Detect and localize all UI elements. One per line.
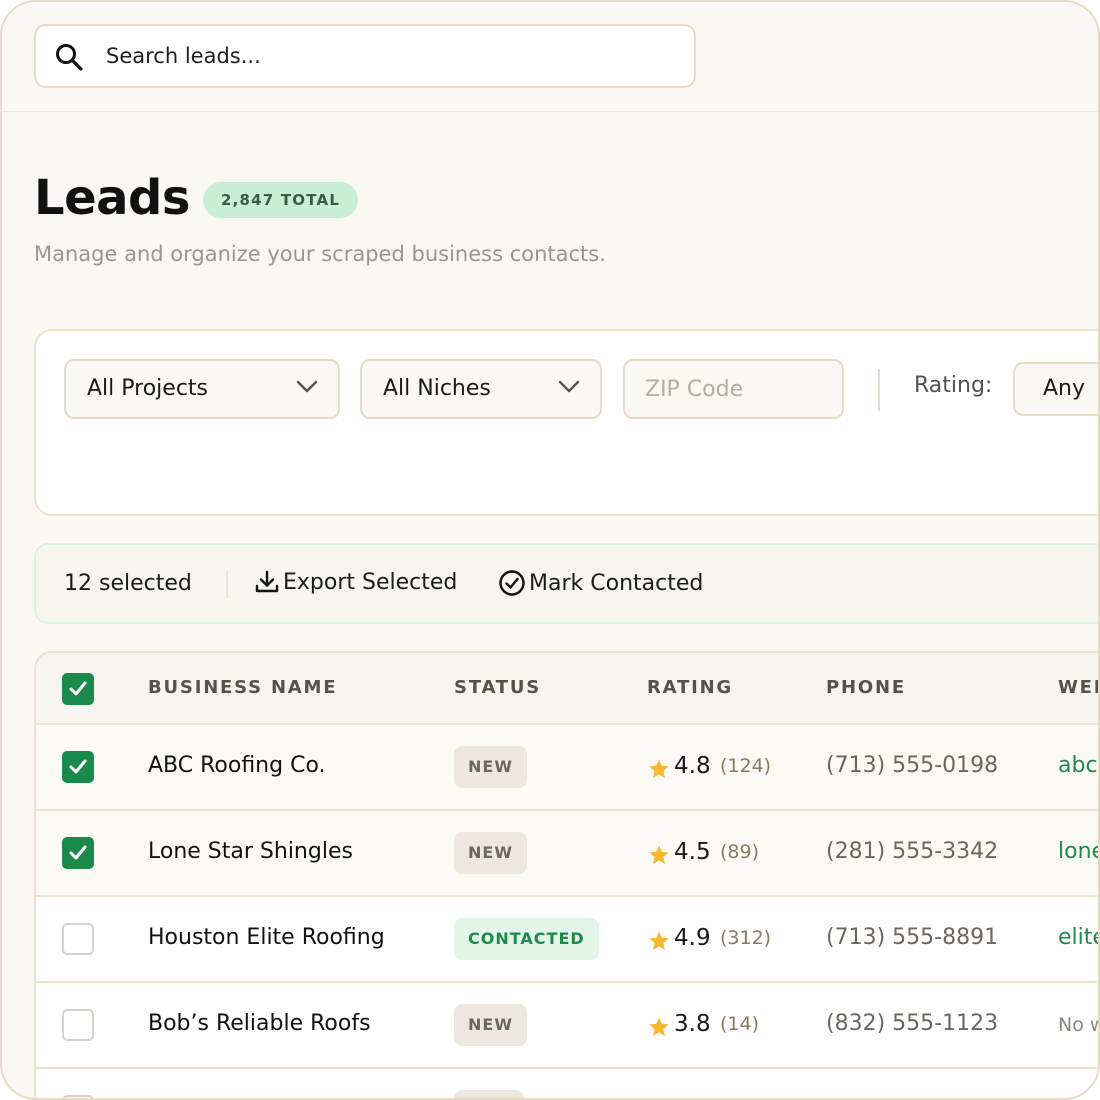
page-title: Leads	[34, 170, 190, 226]
phone-number: (832) 555-1123	[826, 1011, 999, 1036]
niche-filter-value: All Niches	[383, 376, 491, 401]
export-selected-button[interactable]: Export Selected	[254, 569, 457, 595]
search-box[interactable]	[34, 24, 696, 88]
checkmark-icon	[69, 845, 87, 860]
action-divider	[226, 571, 228, 599]
review-count: (124)	[720, 755, 772, 777]
review-count: (89)	[720, 841, 760, 863]
phone-number: (281) 555-3342	[826, 839, 999, 864]
star-icon	[649, 1017, 669, 1036]
row-checkbox[interactable]	[62, 1009, 94, 1041]
app-window: Leads 2,847 TOTAL Manage and organize yo…	[0, 0, 1100, 1100]
status-badge: CONTACTED	[454, 918, 599, 960]
search-input[interactable]	[106, 38, 666, 74]
mark-contacted-button[interactable]: Mark Contacted	[498, 569, 703, 597]
status-badge: NEW	[454, 832, 527, 874]
rating-filter-value: Any	[1043, 376, 1086, 401]
column-header-rating[interactable]: RATING	[647, 677, 733, 698]
row-checkbox[interactable]	[62, 1095, 94, 1098]
project-filter-value: All Projects	[87, 376, 208, 401]
website-link[interactable]: abc	[1058, 753, 1098, 778]
column-header-status[interactable]: STATUS	[454, 677, 541, 698]
status-badge	[454, 1090, 524, 1098]
column-header-phone[interactable]: PHONE	[826, 677, 906, 698]
business-name[interactable]: Lone Star Shingles	[148, 839, 353, 864]
check-circle-icon	[499, 570, 525, 596]
rating-filter-label: Rating:	[914, 373, 993, 398]
zip-code-input[interactable]	[623, 359, 844, 419]
table-row[interactable]: ABC Roofing Co. NEW 4.8 (124) (713) 555-0198…	[36, 725, 1098, 811]
download-icon	[255, 570, 279, 593]
export-selected-label: Export Selected	[283, 569, 458, 595]
checkmark-icon	[69, 681, 87, 696]
star-icon	[649, 931, 669, 950]
checkmark-icon	[69, 759, 87, 774]
business-name[interactable]: ABC Roofing Co.	[148, 753, 326, 778]
website-link[interactable]: elite	[1058, 925, 1098, 950]
rating-value: 4.8	[674, 753, 711, 779]
page-subtitle: Manage and organize your scraped busines…	[34, 242, 606, 266]
website-missing: No w	[1058, 1014, 1098, 1036]
bulk-action-bar: 12 selected Export Selected Mark Contact…	[34, 543, 1098, 624]
business-name[interactable]: Bob’s Reliable Roofs	[148, 1011, 371, 1036]
rating-value: 4.5	[674, 839, 711, 865]
chevron-down-icon	[296, 380, 318, 393]
business-name[interactable]: Houston Elite Roofing	[148, 925, 385, 950]
website-link[interactable]: lone	[1058, 839, 1098, 864]
filter-panel: All Projects All Niches Rating: Any	[34, 329, 1098, 516]
status-badge: NEW	[454, 746, 527, 788]
table-row[interactable]	[36, 1069, 1098, 1098]
star-icon	[649, 759, 669, 778]
phone-number: (713) 555-0198	[826, 753, 999, 778]
row-checkbox[interactable]	[62, 923, 94, 955]
mark-contacted-label: Mark Contacted	[529, 570, 704, 596]
leads-table: BUSINESS NAME STATUS RATING PHONE WEB AB…	[34, 651, 1098, 1098]
column-header-website[interactable]: WEB	[1058, 677, 1098, 698]
row-checkbox[interactable]	[62, 751, 94, 783]
chevron-down-icon	[558, 380, 580, 393]
rating-filter-select[interactable]: Any	[1013, 362, 1098, 416]
filter-divider	[878, 369, 880, 411]
row-checkbox[interactable]	[62, 837, 94, 869]
search-icon	[56, 44, 83, 71]
table-row[interactable]: Bob’s Reliable Roofs NEW 3.8 (14) (832) 555-…	[36, 983, 1098, 1069]
phone-number: (713) 555-8891	[826, 925, 999, 950]
table-header: BUSINESS NAME STATUS RATING PHONE WEB	[36, 653, 1098, 725]
rating-value: 4.9	[674, 925, 711, 951]
review-count: (14)	[720, 1013, 760, 1035]
column-header-business-name[interactable]: BUSINESS NAME	[148, 677, 337, 698]
selected-count: 12 selected	[64, 571, 192, 596]
top-bar	[2, 2, 1098, 112]
status-badge: NEW	[454, 1004, 527, 1046]
project-filter-select[interactable]: All Projects	[64, 359, 340, 419]
total-count-badge: 2,847 TOTAL	[203, 182, 359, 218]
star-icon	[649, 845, 669, 864]
select-all-checkbox[interactable]	[62, 673, 94, 705]
review-count: (312)	[720, 927, 772, 949]
table-row[interactable]: Houston Elite Roofing CONTACTED 4.9 (312) (7…	[36, 897, 1098, 983]
niche-filter-select[interactable]: All Niches	[360, 359, 602, 419]
table-row[interactable]: Lone Star Shingles NEW 4.5 (89) (281) 555-33…	[36, 811, 1098, 897]
rating-value: 3.8	[674, 1011, 711, 1037]
